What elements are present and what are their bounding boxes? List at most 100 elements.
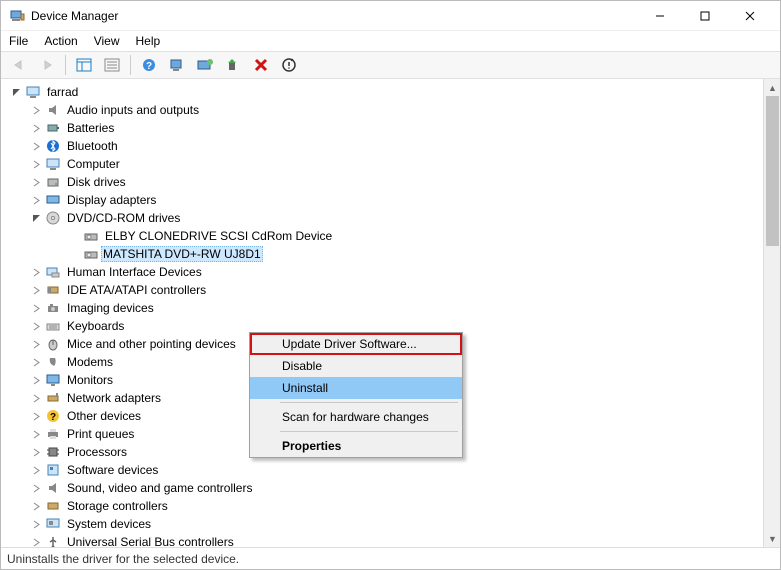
camera-icon xyxy=(45,300,61,316)
menubar: File Action View Help xyxy=(1,31,780,51)
forward-button[interactable] xyxy=(35,54,59,76)
unknown-icon: ? xyxy=(45,408,61,424)
chevron-right-icon[interactable] xyxy=(29,535,43,547)
tree-label: IDE ATA/ATAPI controllers xyxy=(67,283,206,297)
tree-label: Print queues xyxy=(67,427,134,441)
close-button[interactable] xyxy=(727,2,772,30)
tree-label: Human Interface Devices xyxy=(67,265,202,279)
menu-item-scan[interactable]: Scan for hardware changes xyxy=(250,406,462,428)
chevron-right-icon[interactable] xyxy=(29,121,43,135)
scroll-down-button[interactable]: ▼ xyxy=(764,530,780,547)
chevron-down-icon[interactable] xyxy=(9,85,23,99)
chevron-right-icon[interactable] xyxy=(29,103,43,117)
statusbar: Uninstalls the driver for the selected d… xyxy=(1,547,780,569)
tree-item-storage[interactable]: Storage controllers xyxy=(5,497,763,515)
tree-item-device-selected[interactable]: MATSHITA DVD+-RW UJ8D1 xyxy=(5,245,763,263)
vertical-scrollbar[interactable]: ▲ ▼ xyxy=(763,79,780,547)
monitor-icon xyxy=(45,372,61,388)
menu-item-update-driver[interactable]: Update Driver Software... xyxy=(250,333,462,355)
maximize-button[interactable] xyxy=(682,2,727,30)
device-tree[interactable]: farrad Audio inputs and outputs Batterie… xyxy=(1,79,763,547)
show-hide-console-icon[interactable] xyxy=(72,54,96,76)
tree-item-computer[interactable]: Computer xyxy=(5,155,763,173)
chevron-right-icon[interactable] xyxy=(29,175,43,189)
window-title: Device Manager xyxy=(31,9,118,23)
tree-label: DVD/CD-ROM drives xyxy=(67,211,180,225)
menu-item-uninstall[interactable]: Uninstall xyxy=(250,377,462,399)
svg-text:?: ? xyxy=(146,61,152,72)
tree-item-hid[interactable]: Human Interface Devices xyxy=(5,263,763,281)
tree-root[interactable]: farrad xyxy=(5,83,763,101)
chevron-right-icon[interactable] xyxy=(29,499,43,513)
printer-icon xyxy=(45,426,61,442)
properties-icon[interactable] xyxy=(100,54,124,76)
tree-item-ide[interactable]: IDE ATA/ATAPI controllers xyxy=(5,281,763,299)
audio-icon xyxy=(45,102,61,118)
chevron-right-icon[interactable] xyxy=(29,373,43,387)
chevron-right-icon[interactable] xyxy=(29,481,43,495)
scroll-up-button[interactable]: ▲ xyxy=(764,79,780,96)
chevron-right-icon[interactable] xyxy=(29,319,43,333)
modem-icon xyxy=(45,354,61,370)
tree-item-imaging[interactable]: Imaging devices xyxy=(5,299,763,317)
svg-text:?: ? xyxy=(50,412,56,423)
chevron-right-icon[interactable] xyxy=(29,283,43,297)
uninstall-icon[interactable] xyxy=(249,54,273,76)
network-icon xyxy=(45,390,61,406)
tree-item-audio[interactable]: Audio inputs and outputs xyxy=(5,101,763,119)
chevron-right-icon[interactable] xyxy=(29,265,43,279)
chevron-right-icon[interactable] xyxy=(29,427,43,441)
usb-icon xyxy=(45,534,61,547)
chevron-right-icon[interactable] xyxy=(29,445,43,459)
tree-item-display[interactable]: Display adapters xyxy=(5,191,763,209)
tree-label: farrad xyxy=(47,85,78,99)
help-icon[interactable]: ? xyxy=(137,54,161,76)
tree-label: Disk drives xyxy=(67,175,126,189)
menu-item-disable[interactable]: Disable xyxy=(250,355,462,377)
menu-file[interactable]: File xyxy=(9,34,28,48)
chevron-right-icon[interactable] xyxy=(29,337,43,351)
chevron-right-icon[interactable] xyxy=(29,391,43,405)
disable-icon[interactable] xyxy=(277,54,301,76)
scan-icon[interactable] xyxy=(165,54,189,76)
chevron-right-icon[interactable] xyxy=(29,409,43,423)
tree-item-system[interactable]: System devices xyxy=(5,515,763,533)
menu-action[interactable]: Action xyxy=(44,34,77,48)
tree-item-sound[interactable]: Sound, video and game controllers xyxy=(5,479,763,497)
tree-label: Bluetooth xyxy=(67,139,118,153)
chevron-right-icon[interactable] xyxy=(29,301,43,315)
chevron-right-icon[interactable] xyxy=(29,463,43,477)
tree-label: Universal Serial Bus controllers xyxy=(67,535,234,547)
app-icon xyxy=(9,8,25,24)
dvd-icon xyxy=(45,210,61,226)
tree-label: Display adapters xyxy=(67,193,156,207)
menu-view[interactable]: View xyxy=(94,34,120,48)
chevron-right-icon[interactable] xyxy=(29,355,43,369)
storage-icon xyxy=(45,498,61,514)
tree-item-bluetooth[interactable]: Bluetooth xyxy=(5,137,763,155)
chevron-right-icon[interactable] xyxy=(29,193,43,207)
install-driver-icon[interactable] xyxy=(221,54,245,76)
chevron-down-icon[interactable] xyxy=(29,211,43,225)
chevron-right-icon[interactable] xyxy=(29,157,43,171)
context-menu: Update Driver Software... Disable Uninst… xyxy=(249,332,463,458)
chevron-right-icon[interactable] xyxy=(29,517,43,531)
tree-item-software[interactable]: Software devices xyxy=(5,461,763,479)
scroll-thumb[interactable] xyxy=(766,96,779,246)
tree-label: Sound, video and game controllers xyxy=(67,481,252,495)
mouse-icon xyxy=(45,336,61,352)
menu-item-properties[interactable]: Properties xyxy=(250,435,462,457)
tree-item-disk[interactable]: Disk drives xyxy=(5,173,763,191)
tree-item-device[interactable]: ELBY CLONEDRIVE SCSI CdRom Device xyxy=(5,227,763,245)
update-driver-icon[interactable] xyxy=(193,54,217,76)
minimize-button[interactable] xyxy=(637,2,682,30)
menu-help[interactable]: Help xyxy=(136,34,161,48)
sound-icon xyxy=(45,480,61,496)
chevron-right-icon[interactable] xyxy=(29,139,43,153)
tree-label: Audio inputs and outputs xyxy=(67,103,199,117)
tree-item-dvd[interactable]: DVD/CD-ROM drives xyxy=(5,209,763,227)
tree-item-batteries[interactable]: Batteries xyxy=(5,119,763,137)
back-button[interactable] xyxy=(7,54,31,76)
toolbar: ? xyxy=(1,51,780,79)
tree-item-usb[interactable]: Universal Serial Bus controllers xyxy=(5,533,763,547)
